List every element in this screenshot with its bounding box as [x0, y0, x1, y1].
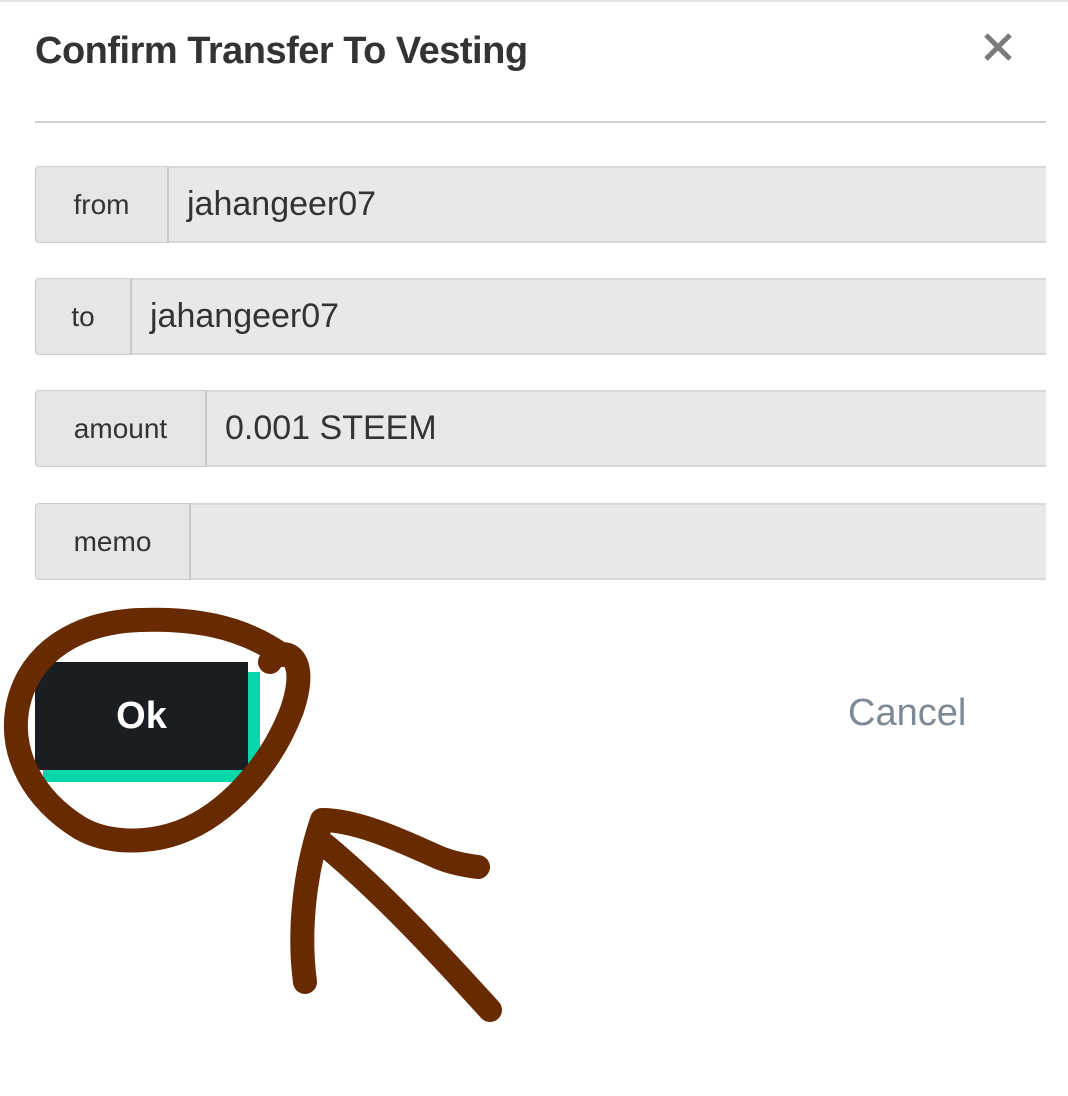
cancel-button[interactable]: Cancel — [848, 692, 966, 735]
dialog-title: Confirm Transfer To Vesting — [35, 30, 528, 72]
from-label: from — [35, 166, 169, 243]
confirm-transfer-dialog: Confirm Transfer To Vesting from jahange… — [0, 0, 1068, 1096]
to-label: to — [35, 278, 132, 355]
from-field[interactable]: jahangeer07 — [169, 166, 1046, 243]
top-edge — [0, 0, 1068, 2]
amount-label: amount — [35, 390, 207, 467]
ok-button-group: Ok — [35, 662, 260, 782]
amount-field[interactable]: 0.001 STEEM — [207, 390, 1046, 467]
header-divider — [35, 121, 1046, 123]
memo-row: memo — [35, 503, 1046, 580]
ok-button[interactable]: Ok — [35, 662, 248, 770]
from-row: from jahangeer07 — [35, 166, 1046, 243]
memo-field[interactable] — [191, 503, 1046, 580]
to-field[interactable]: jahangeer07 — [132, 278, 1046, 355]
memo-label: memo — [35, 503, 191, 580]
close-button[interactable] — [978, 27, 1018, 67]
to-row: to jahangeer07 — [35, 278, 1046, 355]
annotation-arrow-head — [290, 808, 490, 994]
amount-row: amount 0.001 STEEM — [35, 390, 1046, 467]
annotation-arrow-shaft — [313, 833, 502, 1022]
close-icon — [984, 33, 1012, 61]
